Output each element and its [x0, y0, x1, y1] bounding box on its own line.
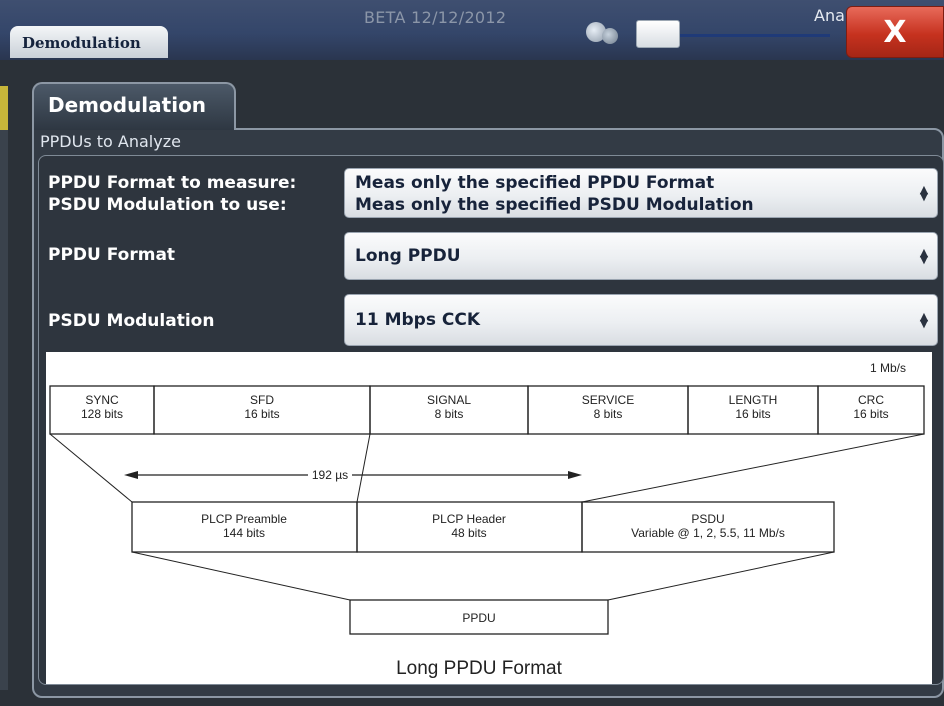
title-bar: Demodulation BETA 12/12/2012 Ana X — [0, 0, 944, 60]
section-label: PPDUs to Analyze — [40, 132, 181, 151]
field-name-service: SERVICE — [582, 393, 634, 407]
ppdu-format-diagram: 1 Mb/s SYNC 128 bits SFD 16 bits SIGNAL … — [46, 352, 932, 684]
modulation-to-use-value: Meas only the specified PSDU Modulation — [355, 195, 754, 215]
left-edge-highlight — [0, 86, 8, 130]
close-icon: X — [883, 15, 907, 50]
slider-thumb[interactable] — [636, 20, 680, 48]
plcp-header-name: PLCP Header — [432, 512, 506, 526]
field-bits-sync: 128 bits — [81, 407, 123, 421]
left-edge-panel — [0, 130, 8, 690]
field-row — [49, 385, 925, 435]
ppdu-diagram-svg: 1 Mb/s SYNC 128 bits SFD 16 bits SIGNAL … — [49, 361, 925, 679]
ppdu-format-value: Long PPDU — [355, 246, 461, 266]
field-bits-crc: 16 bits — [853, 407, 888, 421]
updown-chevron-icon: ▲ ▼ — [919, 310, 929, 330]
diagram-caption: Long PPDU Format — [396, 658, 563, 679]
ppdu-format-select[interactable]: Long PPDU ▲ ▼ — [344, 232, 938, 280]
field-name-sync: SYNC — [85, 393, 119, 407]
updown-chevron-icon: ▲ ▼ — [919, 246, 929, 266]
ppdu-format-label: PPDU Format — [48, 245, 176, 265]
field-bits-service: 8 bits — [594, 407, 623, 421]
connector-lines-bottom — [131, 551, 835, 601]
partial-label: Ana — [814, 6, 844, 25]
indicator-dot-icon — [602, 28, 618, 44]
tab-demodulation[interactable]: Demodulation — [32, 82, 236, 130]
plcp-header-bits: 48 bits — [451, 526, 486, 540]
beta-label: BETA 12/12/2012 — [364, 8, 507, 27]
field-bits-sfd: 16 bits — [244, 407, 279, 421]
duration-label: 192 µs — [312, 468, 348, 482]
field-name-crc: CRC — [858, 393, 884, 407]
psdu-modulation-label: PSDU Modulation — [48, 311, 215, 331]
duration-arrow — [124, 471, 582, 479]
field-bits-length: 16 bits — [735, 407, 770, 421]
field-name-sfd: SFD — [250, 393, 274, 407]
format-to-measure-label: PPDU Format to measure: — [48, 173, 297, 193]
rate-label: 1 Mb/s — [870, 361, 906, 375]
field-bits-signal: 8 bits — [435, 407, 464, 421]
updown-chevron-icon: ▲ ▼ — [919, 183, 929, 203]
window-title: Demodulation — [10, 26, 168, 58]
format-and-modulation-select[interactable]: Meas only the specified PPDU Format Meas… — [344, 168, 938, 218]
plcp-preamble-name: PLCP Preamble — [201, 512, 287, 526]
plcp-preamble-bits: 144 bits — [223, 526, 265, 540]
ppdu-label: PPDU — [462, 611, 495, 625]
field-name-signal: SIGNAL — [427, 393, 471, 407]
format-to-measure-value: Meas only the specified PPDU Format — [355, 173, 715, 193]
slider-track[interactable] — [680, 34, 830, 37]
psdu-rate: Variable @ 1, 2, 5.5, 11 Mb/s — [631, 526, 785, 540]
modulation-to-use-label: PSDU Modulation to use: — [48, 195, 287, 215]
field-name-length: LENGTH — [729, 393, 778, 407]
psdu-name: PSDU — [691, 512, 724, 526]
psdu-modulation-value: 11 Mbps CCK — [355, 310, 480, 330]
close-button[interactable]: X — [846, 6, 944, 58]
connector-lines — [49, 433, 925, 503]
psdu-modulation-select[interactable]: 11 Mbps CCK ▲ ▼ — [344, 294, 938, 346]
